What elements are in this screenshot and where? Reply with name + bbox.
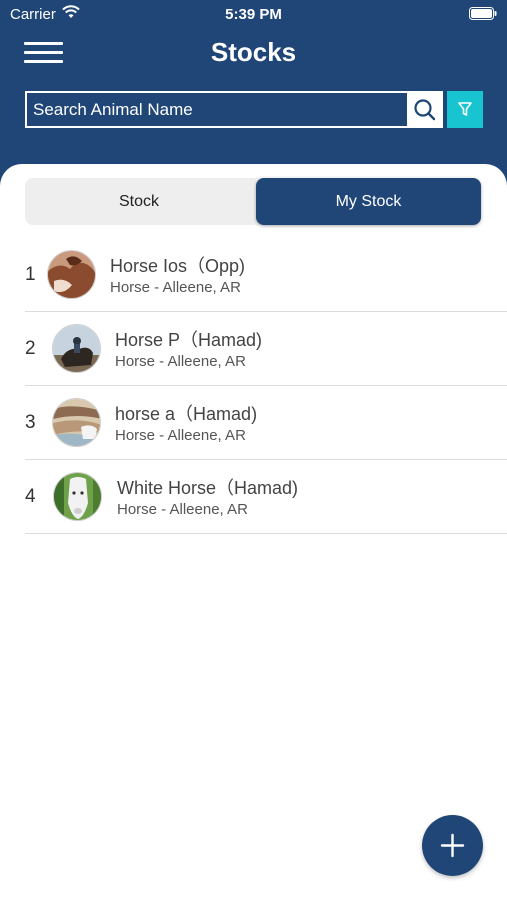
search-icon xyxy=(414,99,436,121)
header: Stocks xyxy=(0,30,507,80)
row-index: 4 xyxy=(25,486,36,507)
list-item[interactable]: 4 White Horse（Hamad) Horse - Alleene, AR xyxy=(25,460,507,534)
stocks-screen: Carrier 5:39 PM Stocks Search Animal Nam… xyxy=(0,0,507,900)
battery-icon xyxy=(469,7,497,20)
animal-subtitle: Horse - Alleene, AR xyxy=(115,353,246,370)
avatar xyxy=(47,250,96,299)
tab-my-stock[interactable]: My Stock xyxy=(256,178,481,225)
animal-name: Horse Ios（Opp) xyxy=(110,256,246,276)
list-item[interactable]: 3 horse a（Hamad) Horse - Alleene, AR xyxy=(25,386,507,460)
stock-segmented-control: Stock My Stock xyxy=(25,178,481,225)
animal-subtitle: Horse - Alleene, AR xyxy=(117,501,248,518)
animal-subtitle: Horse - Alleene, AR xyxy=(115,427,246,444)
status-time: 5:39 PM xyxy=(225,6,282,23)
search-button[interactable] xyxy=(407,91,443,128)
plus-icon xyxy=(440,833,465,858)
animal-list: 1 Horse Ios（Opp) Horse - Alleene, AR 2 H… xyxy=(25,238,507,534)
filter-button[interactable] xyxy=(447,91,483,128)
filter-icon xyxy=(458,102,472,116)
animal-name: White Horse（Hamad) xyxy=(117,478,299,498)
add-stock-button[interactable] xyxy=(422,815,483,876)
tab-stock[interactable]: Stock xyxy=(25,178,253,225)
page-title: Stocks xyxy=(210,37,297,67)
list-item[interactable]: 1 Horse Ios（Opp) Horse - Alleene, AR xyxy=(25,238,507,312)
search-bar xyxy=(25,91,483,128)
status-bar: Carrier 5:39 PM xyxy=(0,0,507,28)
animal-name: horse a（Hamad) xyxy=(115,404,258,424)
row-index: 3 xyxy=(25,412,36,433)
animal-name: Horse P（Hamad) xyxy=(115,330,263,350)
row-index: 2 xyxy=(25,338,36,359)
search-input[interactable] xyxy=(25,91,407,128)
list-item[interactable]: 2 Horse P（Hamad) Horse - Alleene, AR xyxy=(25,312,507,386)
row-index: 1 xyxy=(25,264,36,285)
avatar xyxy=(52,398,101,447)
animal-subtitle: Horse - Alleene, AR xyxy=(110,279,241,296)
avatar xyxy=(53,472,102,521)
avatar xyxy=(52,324,101,373)
content-sheet: Stock My Stock 1 Horse Ios（Opp) Horse - … xyxy=(0,164,507,900)
